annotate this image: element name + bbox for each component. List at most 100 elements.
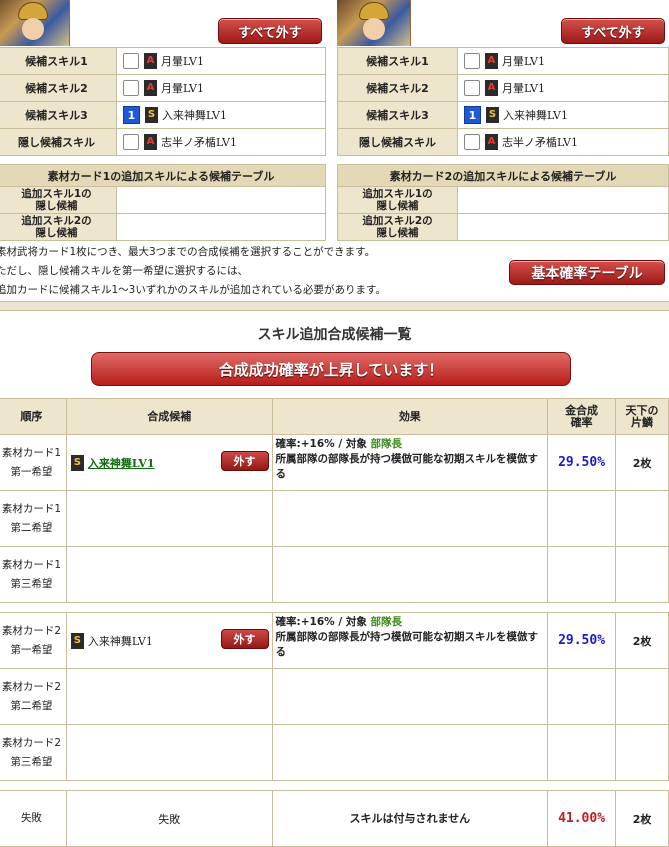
header-rate: 金合成 確率 [547, 398, 617, 435]
skill-grade-icon: S [145, 107, 158, 123]
skill-select-checkbox[interactable] [123, 134, 139, 150]
skill-grade-icon: A [144, 134, 157, 150]
card1-portrait [0, 0, 70, 46]
skill-grade-icon: S [70, 454, 84, 471]
candidate-skill-cell [65, 546, 273, 603]
skill-grade-icon: S [70, 632, 84, 649]
candidate-skill-name[interactable]: 入来神舞LV1 [88, 455, 155, 471]
card1-hidden-label-2: 追加スキル2の 隠し候補 [0, 213, 117, 241]
card2-skill-table: 候補スキル1 A 月暈LV1 候補スキル2 A 月暈LV1 候補スキル3 1 S 入来神舞LV1 隠… [337, 47, 669, 156]
candidate-table: 順序 合成候補 効果 金合成 確率 天下の 片鱗 素材カード1 第一希望 S 入来神… [0, 398, 669, 847]
skill-select-checkbox[interactable] [464, 80, 480, 96]
candidate-effect [271, 724, 549, 781]
card2-skill-value: A 志半ノ矛楯LV1 [457, 128, 669, 156]
candidate-piece [615, 724, 669, 781]
skill-select-checkbox[interactable] [123, 53, 139, 69]
skill-grade-icon: A [485, 53, 498, 69]
card1-skill-row: 候補スキル1 A 月暈LV1 [0, 47, 326, 75]
card1-remove-all-button[interactable]: すべて外す [218, 18, 322, 44]
card1-skill-label: 候補スキル2 [0, 74, 117, 102]
candidate-piece [615, 490, 669, 547]
candidate-rate [547, 490, 617, 547]
effect-rate-label: 確率:+16% / 対象 [275, 438, 371, 450]
header-effect: 効果 [271, 398, 549, 435]
basic-probability-table-button[interactable]: 基本確率テーブル [509, 260, 665, 285]
skill-name: 月暈LV1 [502, 82, 545, 95]
candidate-rate: 29.50% [547, 434, 617, 491]
priority-number-badge[interactable]: 1 [464, 106, 481, 124]
card2-remove-all-button[interactable]: すべて外す [561, 18, 665, 44]
candidate-skill-cell [65, 490, 273, 547]
selection-notes: 素材武将カード1枚につき、最大3つまでの合成候補を選択することができます。 ただ… [0, 243, 496, 300]
candidate-piece [615, 668, 669, 725]
candidate-effect [271, 546, 549, 603]
candidate-rate: 29.50% [547, 612, 617, 669]
card2-hidden-table: 素材カード2の追加スキルによる候補テーブル 追加スキル1の 隠し候補 追加スキル… [337, 164, 669, 241]
card2-skill-row: 隠し候補スキル A 志半ノ矛楯LV1 [337, 128, 669, 156]
card2-hidden-label-1: 追加スキル1の 隠し候補 [337, 186, 458, 214]
card2-skill-value: A 月暈LV1 [457, 47, 669, 75]
skill-name: 月暈LV1 [502, 55, 545, 68]
candidate-skill-cell: S 入来神舞LV1 外す [65, 612, 273, 669]
candidate-piece: 2枚 [615, 434, 669, 491]
card2-skill-value: A 月暈LV1 [457, 74, 669, 102]
card2-skill-row: 候補スキル3 1 S 入来神舞LV1 [337, 101, 669, 129]
effect-description: 所属部隊の部隊長が持つ模倣可能な初期スキルを模倣する [275, 453, 539, 480]
candidate-effect [271, 668, 549, 725]
fail-row: 失敗 失敗 スキルは付与されません 41.00% 2枚 [0, 790, 669, 847]
card1-skill-table: 候補スキル1 A 月暈LV1 候補スキル2 A 月暈LV1 候補スキル3 1 S 入来神舞LV1 隠… [0, 47, 326, 156]
skill-name: 月暈LV1 [161, 55, 204, 68]
skill-name: 月暈LV1 [161, 82, 204, 95]
candidate-row: 素材カード1 第一希望 S 入来神舞LV1 外す 確率:+16% / 対象 部隊長 所属部… [0, 434, 669, 491]
header-order: 順序 [0, 398, 67, 435]
card1-hidden-table: 素材カード1の追加スキルによる候補テーブル 追加スキル1の 隠し候補 追加スキル… [0, 164, 326, 241]
candidate-piece: 2枚 [615, 612, 669, 669]
fail-candidate: 失敗 [65, 790, 273, 847]
fail-effect: スキルは付与されません [271, 790, 549, 847]
skill-grade-icon: S [486, 107, 499, 123]
card1-skill-value: A 月暈LV1 [116, 47, 326, 75]
effect-rate-label: 確率:+16% / 対象 [275, 616, 371, 628]
card1-skill-value: A 志半ノ矛楯LV1 [116, 128, 326, 156]
candidate-skill: S 入来神舞LV1 [70, 632, 153, 649]
card1-skill-label: 候補スキル1 [0, 47, 117, 75]
header-piece: 天下の 片鱗 [615, 398, 669, 435]
candidate-rate [547, 546, 617, 603]
fail-rate: 41.00% [547, 790, 617, 847]
candidate-list-title: スキル追加合成候補一覧 [257, 327, 412, 343]
card1-skill-label: 候補スキル3 [0, 101, 117, 129]
card2-skill-label: 候補スキル3 [337, 101, 458, 129]
priority-number-badge[interactable]: 1 [123, 106, 140, 124]
candidate-order: 素材カード2 第一希望 [0, 612, 67, 669]
remove-candidate-button[interactable]: 外す [220, 629, 269, 649]
effect-description: 所属部隊の部隊長が持つ模倣可能な初期スキルを模倣する [275, 631, 539, 658]
candidate-rate [547, 668, 617, 725]
candidate-order: 素材カード1 第三希望 [0, 546, 67, 603]
fail-piece: 2枚 [615, 790, 669, 847]
card2-skill-row: 候補スキル2 A 月暈LV1 [337, 74, 669, 102]
header-candidate: 合成候補 [65, 398, 273, 435]
skill-grade-icon: A [485, 80, 498, 96]
effect-line: 確率:+16% / 対象 部隊長 [276, 615, 545, 630]
effect-target: 部隊長 [370, 438, 402, 450]
candidate-skill: S 入来神舞LV1 [70, 454, 155, 471]
card1-skill-row: 隠し候補スキル A 志半ノ矛楯LV1 [0, 128, 326, 156]
skill-name: 志半ノ矛楯LV1 [502, 136, 578, 149]
skill-name: 志半ノ矛楯LV1 [161, 136, 237, 149]
section-divider [0, 301, 669, 311]
skill-select-checkbox[interactable] [123, 80, 139, 96]
skill-name: 入来神舞LV1 [503, 109, 568, 122]
skill-select-checkbox[interactable] [464, 53, 480, 69]
remove-candidate-button[interactable]: 外す [220, 451, 269, 471]
fail-order: 失敗 [0, 790, 67, 847]
candidate-effect: 確率:+16% / 対象 部隊長 所属部隊の部隊長が持つ模倣可能な初期スキルを模倣… [271, 612, 549, 669]
card1-hidden-title: 素材カード1の追加スキルによる候補テーブル [0, 164, 326, 187]
card2-skill-row: 候補スキル1 A 月暈LV1 [337, 47, 669, 75]
effect-target: 部隊長 [370, 616, 402, 628]
card2-skill-label: 隠し候補スキル [337, 128, 458, 156]
skill-select-checkbox[interactable] [464, 134, 480, 150]
note-line: 追加カードに候補スキル1～3いずれかのスキルが追加されている必要があります。 [0, 284, 386, 296]
candidate-skill-cell: S 入来神舞LV1 外す [65, 434, 273, 491]
candidate-row: 素材カード1 第三希望 [0, 546, 669, 603]
candidate-order: 素材カード2 第三希望 [0, 724, 67, 781]
